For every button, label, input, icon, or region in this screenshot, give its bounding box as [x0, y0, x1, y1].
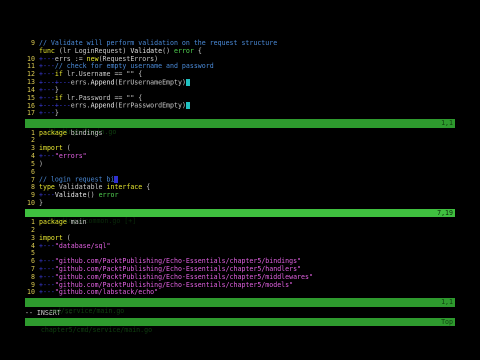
code-token: func	[39, 46, 59, 55]
code-token: "github.com/PacktPublishing/Echo-Essenti…	[54, 280, 294, 289]
text-cursor	[185, 102, 190, 110]
code-token: Append	[90, 101, 115, 110]
status-bar-main: cmd/service/main.go 1,1	[25, 298, 455, 315]
code-line[interactable]: 4 +---"errors"	[25, 151, 455, 161]
code-token: +---	[39, 62, 55, 71]
code-line[interactable]: 16 +---+---errs.Append(ErrPasswordEmpty)	[25, 102, 455, 110]
text-cursor	[185, 78, 190, 86]
code-token: +---	[39, 272, 55, 281]
bottom-status-left: chapter5/cmd/service/main.go	[40, 326, 153, 335]
code-line[interactable]: 9 +---Validate() error	[25, 190, 455, 200]
code-token: "errors"	[54, 151, 87, 160]
code-token: (ErrPasswordEmpty)	[114, 101, 186, 110]
code-token: interface	[106, 183, 147, 192]
code-line[interactable]: 4 +---"database/sql"	[25, 241, 455, 251]
code-line[interactable]: 17 +---}	[25, 109, 455, 118]
code-token: "github.com/PacktPublishing/Echo-Essenti…	[54, 257, 302, 266]
code-token: bindings	[70, 128, 103, 137]
code-token: errs :=	[54, 54, 87, 63]
code-token: }	[54, 85, 59, 94]
code-token: package	[39, 218, 71, 227]
code-token: import	[39, 233, 67, 242]
status-bar-common: bindings/common.go [+] 7,19	[25, 208, 455, 225]
code-token: +---	[39, 288, 55, 297]
code-token: if	[54, 70, 67, 79]
pane-login[interactable]: 9 // Validate will perform validation on …	[25, 39, 455, 136]
code-token: "github.com/PacktPublishing/Echo-Essenti…	[54, 264, 302, 273]
status-left: cmd/service/main.go	[48, 306, 125, 315]
code-token: +---	[39, 93, 55, 102]
code-token: Validate	[130, 46, 163, 55]
code-token: {	[193, 46, 202, 55]
code-token: }	[39, 198, 43, 207]
code-token: +---	[39, 109, 55, 118]
code-token: (ErrUsernameEmpty)	[114, 78, 186, 87]
code-token: "github.com/labstack/echo"	[54, 288, 159, 297]
status-right: 7,19	[437, 208, 453, 217]
code-line[interactable]: 2	[25, 137, 455, 145]
code-token: lr.Password == "" {	[66, 93, 143, 102]
code-token: // Validate will perform validation on t…	[39, 39, 278, 47]
line-number: 10	[27, 198, 35, 207]
code-token: import	[39, 144, 67, 153]
pane-main[interactable]: 1 package main 2 3 import (4 +---"database/sq…	[25, 218, 455, 315]
code-token: Append	[90, 78, 115, 87]
code-token: }	[54, 109, 59, 118]
code-token: (	[66, 233, 71, 242]
code-line[interactable]: 3 import (	[25, 144, 455, 153]
code-token: Validate	[54, 190, 87, 199]
code-token: +---	[39, 85, 55, 94]
code-line[interactable]: 10}	[25, 198, 455, 208]
bottom-status-right: Top	[441, 317, 453, 326]
line-number: 9	[31, 39, 35, 47]
code-token: +---	[39, 257, 55, 266]
pane-common[interactable]: 1 package bindings 2 3 import (4 +---"errors"…	[25, 128, 455, 225]
code-token: +---	[39, 264, 55, 273]
code-token: new	[86, 54, 99, 63]
code-token: {	[146, 183, 151, 192]
code-token: "github.com/PacktPublishing/Echo-Essenti…	[54, 272, 313, 281]
code-token: ()	[86, 190, 99, 199]
status-right: 1,1	[441, 118, 453, 127]
code-token: +---	[39, 70, 55, 79]
code-token: package	[39, 128, 71, 137]
status-right: 1,1	[441, 298, 453, 307]
code-token: +---	[39, 151, 55, 160]
code-token: (	[66, 144, 71, 153]
code-line[interactable]: 2	[25, 226, 455, 235]
code-token: errs.	[70, 78, 91, 87]
line-number: 17	[27, 109, 35, 118]
editor-screen: 9 // Validate will perform validation on …	[25, 39, 455, 334]
code-token: ()	[162, 46, 175, 55]
code-line[interactable]: 1 package bindings	[25, 128, 455, 138]
line-number: 10	[27, 288, 35, 297]
code-token: "database/sql"	[54, 241, 111, 250]
code-token: errs.	[70, 101, 91, 110]
code-line[interactable]: 13 +---+---errs.Append(ErrUsernameEmpty)	[25, 79, 455, 87]
status-bar-login: bindings/login.go 1,1	[25, 118, 455, 136]
code-token: (lr LoginRequest)	[58, 46, 131, 55]
code-token: +---	[39, 241, 55, 250]
code-token: main	[70, 218, 87, 227]
code-token: if	[54, 93, 67, 102]
code-line[interactable]: 1 package main	[25, 218, 455, 227]
code-token: lr.Username == "" {	[66, 70, 143, 79]
code-token: (RequestErrors)	[98, 54, 159, 63]
code-token: Validatable	[58, 183, 107, 192]
code-token: type	[39, 183, 59, 192]
code-token: )	[39, 159, 43, 168]
code-line[interactable]: 10 +---"github.com/labstack/echo"	[25, 288, 455, 297]
code-token: +---	[39, 190, 55, 199]
code-token: // check for empty username and password	[54, 62, 214, 71]
code-line[interactable]: 5)	[25, 159, 455, 169]
code-token: +---	[39, 280, 55, 289]
bottom-status-bar: chapter5/cmd/service/main.go Top	[25, 317, 455, 334]
code-token: +---	[39, 54, 55, 63]
code-token: error	[98, 190, 119, 199]
code-token: error	[174, 46, 194, 55]
